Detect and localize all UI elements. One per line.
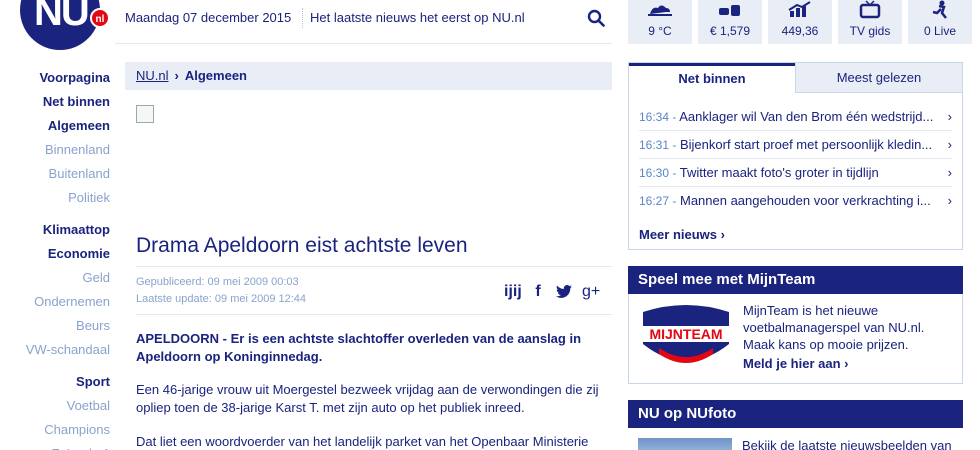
news-title: Twitter maakt foto's groter in tijdlijn [679, 165, 879, 180]
nav-item-klimaattop[interactable]: Klimaattop [0, 218, 110, 242]
news-time: 16:34 - [639, 110, 677, 124]
published-date: Gepubliceerd: 09 mei 2009 00:03 [136, 276, 299, 288]
nav-item-politiek[interactable]: Politiek [0, 186, 110, 210]
nav-item-buitenland[interactable]: Buitenland [0, 162, 110, 186]
weather-icon [648, 5, 672, 16]
breadcrumb-current[interactable]: Algemeen [185, 68, 247, 83]
divider [136, 314, 612, 315]
share-bar: ĳĳ f g+ [504, 282, 604, 302]
article-meta: Gepubliceerd: 09 mei 2009 00:03 Laatste … [136, 274, 306, 308]
stock-index-label: 449,36 [781, 24, 819, 38]
chevron-right-icon: › [943, 131, 952, 158]
more-news-label: Meer nieuws [639, 227, 718, 242]
left-navigation: Voorpagina Net binnen Algemeen Binnenland Bu… [0, 66, 110, 450]
chevron-right-icon: › [174, 68, 179, 83]
signup-label: Meld je hier aan [743, 356, 841, 371]
news-item[interactable]: 16:34 - Aanklager wil Van den Brom één w… [639, 103, 952, 131]
traffic-widget[interactable]: € 1,579 [698, 0, 762, 44]
divider [136, 266, 612, 267]
news-tabs: Net binnen Meest gelezen [629, 63, 962, 93]
news-title: Mannen aangehouden voor verkrachting i..… [679, 193, 931, 208]
top-widgets: 9 °C € 1,579 449,36 TV gids 0 Live [628, 0, 980, 44]
article-headline: Drama Apeldoorn eist achtste leven [136, 234, 468, 257]
nav-item-ondernemen[interactable]: Ondernemen [0, 290, 110, 314]
nav-item-binnenland[interactable]: Binnenland [0, 138, 110, 162]
nav-item-formule-1[interactable]: Formule 1 [0, 442, 110, 450]
news-time: 16:30 - [639, 166, 677, 180]
article-intro: APELDOORN - Er is een achtste slachtoffe… [136, 331, 582, 364]
mijnteam-promo: MIJNTEAM MijnTeam is het nieuwe voetbalm… [628, 294, 963, 384]
stock-chart-icon [788, 1, 811, 17]
news-item[interactable]: 16:27 - Mannen aangehouden voor verkrach… [639, 187, 952, 215]
weather-widget[interactable]: 9 °C [628, 0, 692, 44]
chevron-right-icon: › [943, 159, 952, 186]
mijnteam-signup-link[interactable]: Meld je hier aan › [743, 356, 849, 371]
top-bar: Maandag 07 december 2015 Het laatste nie… [115, 0, 612, 44]
fuel-price-label: € 1,579 [709, 24, 751, 38]
nav-item-voorpagina[interactable]: Voorpagina [0, 66, 110, 90]
breadcrumb: NU.nl › Algemeen [125, 62, 612, 90]
live-sport-widget[interactable]: 0 Live [908, 0, 972, 44]
nav-item-sport[interactable]: Sport [0, 370, 110, 394]
search-icon[interactable] [587, 9, 605, 27]
latest-news-box: Net binnen Meest gelezen 16:34 - Aanklag… [628, 62, 963, 250]
tv-guide-label: TV gids [849, 24, 891, 38]
tv-guide-widget[interactable]: TV gids [838, 0, 902, 44]
chevron-right-icon: › [720, 227, 725, 242]
googleplus-icon[interactable]: g+ [582, 283, 600, 301]
article-paragraph: Een 46-jarige vrouw uit Moergestel bezwe… [136, 382, 599, 415]
nav-item-vw-schandaal[interactable]: VW-schandaal [0, 338, 110, 362]
nu-logo[interactable]: NU [20, 0, 100, 50]
nufoto-thumbnail[interactable] [638, 438, 732, 450]
nav-item-geld[interactable]: Geld [0, 266, 110, 290]
logo-text: NU [34, 0, 90, 34]
mijnteam-logo[interactable]: MIJNTEAM [639, 304, 733, 370]
chevron-right-icon: › [943, 187, 952, 215]
divider [302, 8, 303, 28]
nav-item-champions-league[interactable]: Champions League [0, 418, 110, 450]
mijnteam-description: MijnTeam is het nieuwe voetbalmanagerspe… [743, 303, 925, 352]
broken-image-placeholder [136, 105, 154, 123]
news-title: Aanklager wil Van den Brom één wedstrijd… [679, 109, 934, 124]
live-count-label: 0 Live [923, 24, 957, 38]
more-news-link[interactable]: Meer nieuws › [639, 227, 725, 242]
tv-icon [859, 0, 881, 19]
breadcrumb-home-link[interactable]: NU.nl [136, 68, 169, 83]
news-item[interactable]: 16:30 - Twitter maakt foto's groter in t… [639, 159, 952, 187]
nav-item-voetbal[interactable]: Voetbal [0, 394, 110, 418]
logo-badge: nl [90, 8, 110, 28]
chevron-right-icon: › [943, 103, 952, 130]
news-time: 16:31 - [639, 138, 677, 152]
tab-net-binnen[interactable]: Net binnen [629, 63, 795, 93]
traffic-icon [719, 5, 740, 16]
news-time: 16:27 - [639, 194, 677, 208]
nav-item-algemeen[interactable]: Algemeen [0, 114, 110, 138]
mijnteam-logo-text: MIJNTEAM [649, 326, 722, 342]
nufoto-header[interactable]: NU op NUfoto [628, 400, 963, 428]
facebook-icon[interactable]: f [530, 283, 546, 301]
sport-live-icon [932, 0, 947, 19]
nav-item-beurs[interactable]: Beurs [0, 314, 110, 338]
news-list: 16:34 - Aanklager wil Van den Brom één w… [629, 93, 962, 215]
tagline: Het laatste nieuws het eerst op NU.nl [310, 10, 525, 25]
tab-meest-gelezen[interactable]: Meest gelezen [795, 63, 962, 93]
nav-item-economie[interactable]: Economie [0, 242, 110, 266]
nufoto-text: Bekijk de laatste nieuwsbeelden van [742, 438, 952, 450]
stock-widget[interactable]: 449,36 [768, 0, 832, 44]
weather-label: 9 °C [648, 24, 672, 38]
news-title: Bijenkorf start proef met persoonlijk kl… [679, 137, 933, 152]
article-paragraph: Dat liet een woordvoerder van het landel… [136, 434, 589, 449]
chevron-right-icon: › [844, 356, 849, 371]
twitter-icon[interactable] [556, 285, 572, 299]
news-item[interactable]: 16:31 - Bijenkorf start proef met persoo… [639, 131, 952, 159]
current-date: Maandag 07 december 2015 [125, 10, 292, 25]
nav-item-net-binnen[interactable]: Net binnen [0, 90, 110, 114]
updated-date: Laatste update: 09 mei 2009 12:44 [136, 293, 307, 305]
nujij-icon[interactable]: ĳĳ [504, 283, 522, 301]
mijnteam-header[interactable]: Speel mee met MijnTeam [628, 266, 963, 294]
